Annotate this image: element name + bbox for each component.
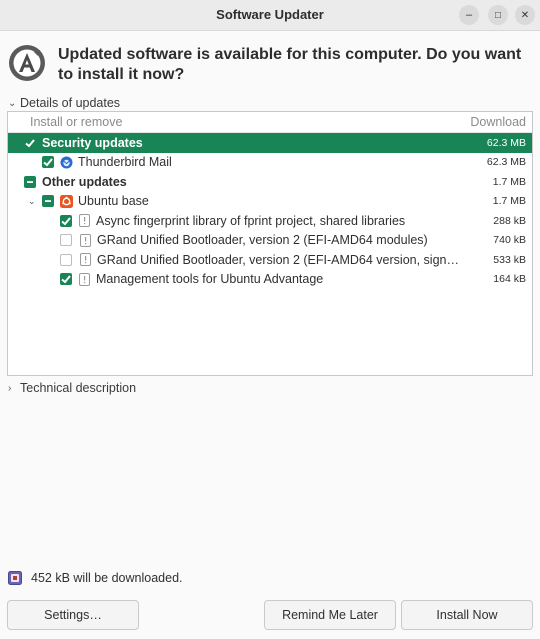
package-icon: [78, 214, 91, 228]
close-button[interactable]: ✕: [515, 5, 535, 25]
details-expander[interactable]: ⌄ Details of updates: [8, 96, 120, 110]
tree-row-label: Thunderbird Mail: [78, 155, 172, 170]
tree-row-size: 533 kB: [493, 253, 526, 266]
remind-me-later-button[interactable]: Remind Me Later: [264, 600, 396, 630]
package-icon: [79, 233, 92, 247]
ubuntu-icon: [60, 194, 73, 208]
ubuntu-base-checkbox[interactable]: [42, 195, 54, 208]
tree-row-label: Other updates: [42, 174, 127, 189]
maximize-button[interactable]: □: [488, 5, 508, 25]
tree-header: Install or remove Download: [8, 112, 532, 133]
grub-modules-checkbox[interactable]: [60, 234, 72, 247]
tree-row-ubuntu-base[interactable]: ⌄ Ubuntu base 1.7 MB: [8, 192, 532, 212]
minimize-icon: –: [465, 9, 473, 21]
close-icon: ✕: [520, 9, 530, 21]
column-download[interactable]: Download: [470, 115, 526, 129]
tree-row-thunderbird-mail[interactable]: Thunderbird Mail 62.3 MB: [8, 153, 532, 173]
settings-button[interactable]: Settings…: [7, 600, 139, 630]
thunderbird-checkbox[interactable]: [42, 156, 54, 169]
tree-row-size: 740 kB: [493, 234, 526, 247]
package-icon: [78, 272, 91, 286]
software-updater-icon: [9, 45, 45, 81]
tree-row-label: Management tools for Ubuntu Advantage: [96, 272, 324, 287]
tree-row-other-updates[interactable]: Other updates 1.7 MB: [8, 172, 532, 192]
chevron-down-icon[interactable]: ⌄: [28, 196, 38, 207]
update-prompt-heading: Updated software is available for this c…: [58, 46, 522, 83]
tree-row-label: GRand Unified Bootloader, version 2 (EFI…: [97, 233, 428, 248]
tree-row-size: 164 kB: [493, 273, 526, 286]
minimize-button[interactable]: –: [459, 5, 479, 25]
partial-check-icon: [45, 200, 51, 203]
title-bar: Software Updater – □ ✕: [0, 0, 540, 31]
checkmark-icon: [43, 158, 53, 167]
tree-row-size: 62.3 MB: [486, 136, 526, 149]
tree-row-grub-efi-signed[interactable]: GRand Unified Bootloader, version 2 (EFI…: [8, 250, 532, 270]
column-install-or-remove[interactable]: Install or remove: [30, 115, 122, 129]
download-status-text: 452 kB will be downloaded.: [31, 571, 183, 585]
other-updates-checkbox[interactable]: [24, 175, 36, 188]
updates-tree[interactable]: Install or remove Download Security upda…: [7, 111, 533, 376]
chevron-right-icon: ›: [8, 382, 12, 394]
details-expander-label: Details of updates: [20, 96, 121, 110]
tree-row-label: GRand Unified Bootloader, version 2 (EFI…: [97, 252, 459, 267]
tree-row-size: 1.7 MB: [492, 195, 526, 208]
ubuntu-advantage-checkbox[interactable]: [60, 273, 72, 286]
partial-check-icon: [27, 180, 33, 183]
tree-row-security-updates[interactable]: Security updates 62.3 MB: [8, 133, 532, 153]
tree-row-grub-efi-modules[interactable]: GRand Unified Bootloader, version 2 (EFI…: [8, 231, 532, 251]
chevron-down-icon: ⌄: [8, 97, 17, 109]
checkmark-icon: [25, 139, 35, 148]
libfprint-checkbox[interactable]: [60, 214, 72, 227]
tree-row-ubuntu-advantage-tools[interactable]: Management tools for Ubuntu Advantage 16…: [8, 270, 532, 290]
download-status: 452 kB will be downloaded.: [8, 571, 183, 585]
technical-description-expander[interactable]: › Technical description: [8, 381, 136, 395]
tree-row-size: 1.7 MB: [492, 175, 526, 188]
technical-description-label: Technical description: [20, 381, 137, 395]
tree-row-label: Ubuntu base: [78, 194, 149, 209]
grub-signed-checkbox[interactable]: [60, 253, 72, 266]
security-updates-checkbox[interactable]: [24, 137, 36, 149]
checkmark-icon: [61, 217, 71, 226]
install-now-button[interactable]: Install Now: [401, 600, 533, 630]
download-size-icon: [8, 571, 22, 585]
thunderbird-icon: [60, 156, 73, 169]
checkmark-icon: [61, 275, 71, 284]
tree-row-label: Security updates: [42, 135, 143, 150]
maximize-icon: □: [494, 9, 502, 21]
tree-row-size: 288 kB: [493, 214, 526, 227]
package-icon: [79, 253, 92, 267]
tree-row-size: 62.3 MB: [486, 156, 526, 169]
tree-row-label: Async fingerprint library of fprint proj…: [96, 213, 406, 228]
tree-row-libfprint[interactable]: Async fingerprint library of fprint proj…: [8, 211, 532, 231]
